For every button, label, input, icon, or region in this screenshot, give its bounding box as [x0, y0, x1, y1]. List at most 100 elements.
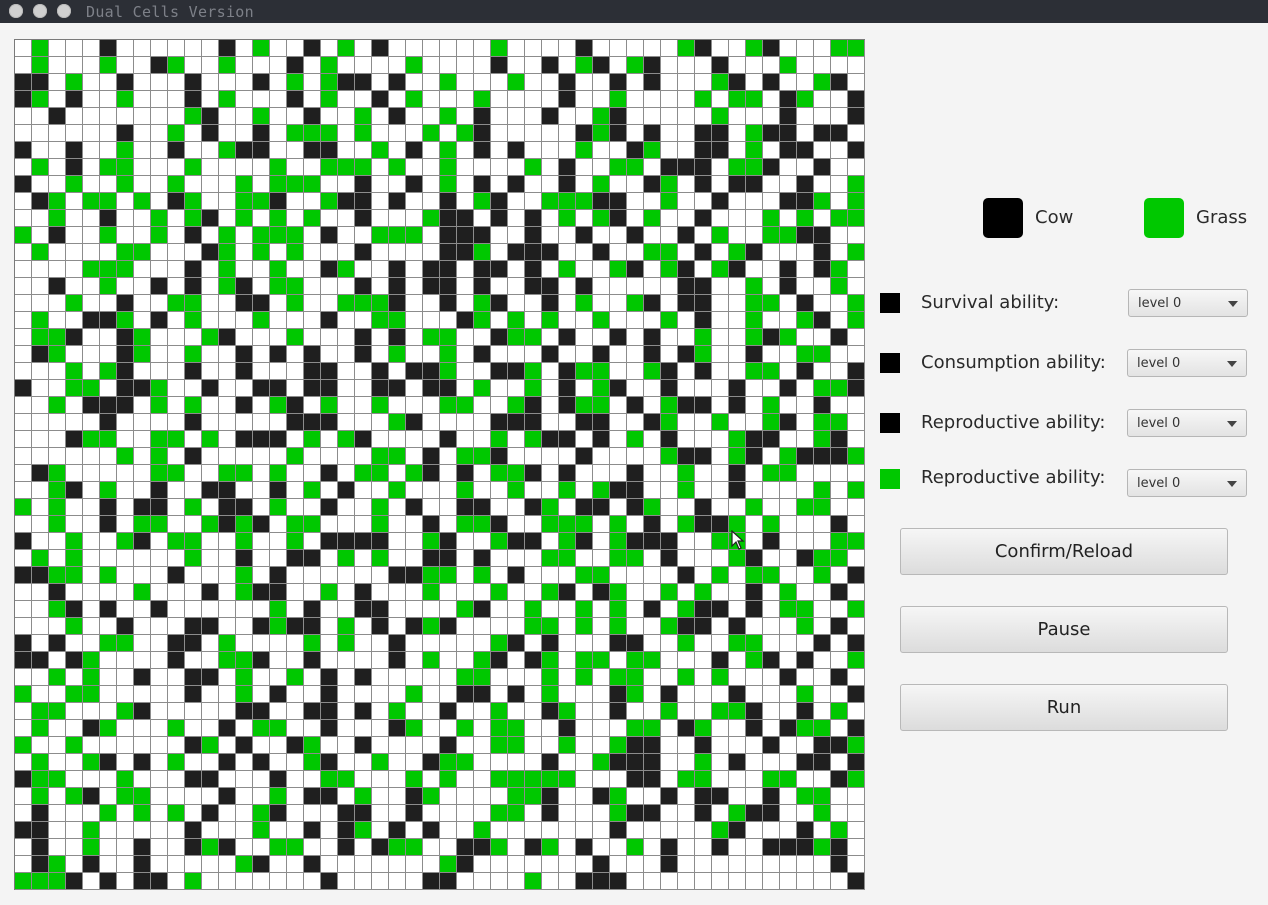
grid-cell-cow[interactable]: [525, 397, 542, 414]
grid-cell-grass[interactable]: [100, 567, 117, 584]
grid-cell-empty[interactable]: [780, 550, 797, 567]
grid-cell-empty[interactable]: [440, 57, 457, 74]
grid-cell-cow[interactable]: [780, 108, 797, 125]
grid-cell-empty[interactable]: [695, 533, 712, 550]
grid-cell-empty[interactable]: [831, 227, 848, 244]
grid-cell-cow[interactable]: [304, 142, 321, 159]
grid-cell-grass[interactable]: [474, 567, 491, 584]
grid-cell-empty[interactable]: [253, 601, 270, 618]
grid-cell-empty[interactable]: [695, 380, 712, 397]
grid-cell-empty[interactable]: [134, 108, 151, 125]
grid-cell-empty[interactable]: [729, 278, 746, 295]
grid-cell-cow[interactable]: [797, 652, 814, 669]
grid-cell-empty[interactable]: [661, 91, 678, 108]
grid-cell-grass[interactable]: [15, 873, 32, 890]
grid-cell-grass[interactable]: [236, 516, 253, 533]
grid-cell-empty[interactable]: [100, 550, 117, 567]
grid-cell-empty[interactable]: [32, 380, 49, 397]
grid-cell-empty[interactable]: [831, 108, 848, 125]
grid-cell-empty[interactable]: [440, 669, 457, 686]
grid-cell-cow[interactable]: [576, 873, 593, 890]
grid-cell-empty[interactable]: [627, 40, 644, 57]
grid-cell-cow[interactable]: [797, 363, 814, 380]
grid-cell-cow[interactable]: [661, 431, 678, 448]
grid-cell-empty[interactable]: [746, 533, 763, 550]
grid-cell-grass[interactable]: [151, 397, 168, 414]
grid-cell-cow[interactable]: [525, 465, 542, 482]
grid-cell-cow[interactable]: [695, 737, 712, 754]
grid-cell-empty[interactable]: [644, 618, 661, 635]
grid-cell-cow[interactable]: [508, 142, 525, 159]
grid-cell-empty[interactable]: [797, 516, 814, 533]
grid-cell-empty[interactable]: [338, 448, 355, 465]
grid-cell-cow[interactable]: [831, 125, 848, 142]
grid-cell-grass[interactable]: [661, 703, 678, 720]
grid-cell-empty[interactable]: [780, 363, 797, 380]
grid-cell-empty[interactable]: [491, 244, 508, 261]
grid-cell-empty[interactable]: [508, 601, 525, 618]
grid-cell-cow[interactable]: [661, 159, 678, 176]
grid-cell-cow[interactable]: [66, 601, 83, 618]
grid-cell-cow[interactable]: [508, 414, 525, 431]
grid-cell-empty[interactable]: [559, 567, 576, 584]
grid-cell-empty[interactable]: [338, 669, 355, 686]
grid-cell-empty[interactable]: [729, 108, 746, 125]
grid-cell-grass[interactable]: [185, 159, 202, 176]
grid-cell-empty[interactable]: [559, 499, 576, 516]
grid-cell-empty[interactable]: [100, 346, 117, 363]
grid-cell-empty[interactable]: [32, 533, 49, 550]
grid-cell-empty[interactable]: [372, 805, 389, 822]
grid-cell-empty[interactable]: [219, 873, 236, 890]
grid-cell-empty[interactable]: [423, 346, 440, 363]
grid-cell-cow[interactable]: [202, 482, 219, 499]
grid-cell-empty[interactable]: [287, 210, 304, 227]
grid-cell-empty[interactable]: [168, 363, 185, 380]
grid-cell-grass[interactable]: [355, 465, 372, 482]
grid-cell-cow[interactable]: [474, 686, 491, 703]
grid-cell-empty[interactable]: [440, 465, 457, 482]
grid-cell-empty[interactable]: [644, 108, 661, 125]
grid-cell-empty[interactable]: [66, 108, 83, 125]
grid-cell-empty[interactable]: [151, 125, 168, 142]
grid-cell-empty[interactable]: [389, 499, 406, 516]
grid-cell-empty[interactable]: [15, 193, 32, 210]
grid-cell-grass[interactable]: [389, 703, 406, 720]
grid-cell-cow[interactable]: [746, 550, 763, 567]
grid-cell-grass[interactable]: [270, 499, 287, 516]
grid-cell-empty[interactable]: [712, 40, 729, 57]
grid-cell-empty[interactable]: [559, 788, 576, 805]
grid-cell-cow[interactable]: [355, 601, 372, 618]
grid-cell-empty[interactable]: [219, 363, 236, 380]
grid-cell-empty[interactable]: [134, 720, 151, 737]
grid-cell-cow[interactable]: [66, 873, 83, 890]
grid-cell-empty[interactable]: [780, 856, 797, 873]
grid-cell-empty[interactable]: [253, 669, 270, 686]
grid-cell-grass[interactable]: [780, 329, 797, 346]
grid-cell-empty[interactable]: [100, 329, 117, 346]
grid-cell-empty[interactable]: [440, 312, 457, 329]
window-close-button[interactable]: [9, 4, 23, 18]
grid-cell-empty[interactable]: [15, 550, 32, 567]
grid-cell-empty[interactable]: [219, 703, 236, 720]
grid-cell-empty[interactable]: [695, 74, 712, 91]
grid-cell-empty[interactable]: [457, 873, 474, 890]
grid-cell-cow[interactable]: [304, 363, 321, 380]
grid-cell-grass[interactable]: [270, 159, 287, 176]
grid-cell-cow[interactable]: [814, 737, 831, 754]
grid-cell-cow[interactable]: [117, 329, 134, 346]
grid-cell-cow[interactable]: [763, 329, 780, 346]
grid-cell-cow[interactable]: [32, 856, 49, 873]
grid-cell-empty[interactable]: [236, 771, 253, 788]
grid-cell-grass[interactable]: [831, 533, 848, 550]
grid-cell-cow[interactable]: [661, 686, 678, 703]
grid-cell-empty[interactable]: [423, 482, 440, 499]
grid-cell-cow[interactable]: [746, 703, 763, 720]
grid-cell-empty[interactable]: [49, 533, 66, 550]
grid-cell-empty[interactable]: [508, 703, 525, 720]
grid-cell-empty[interactable]: [763, 176, 780, 193]
grid-cell-grass[interactable]: [644, 244, 661, 261]
grid-cell-empty[interactable]: [746, 618, 763, 635]
grid-cell-empty[interactable]: [593, 771, 610, 788]
grid-cell-cow[interactable]: [202, 244, 219, 261]
grid-cell-grass[interactable]: [559, 210, 576, 227]
